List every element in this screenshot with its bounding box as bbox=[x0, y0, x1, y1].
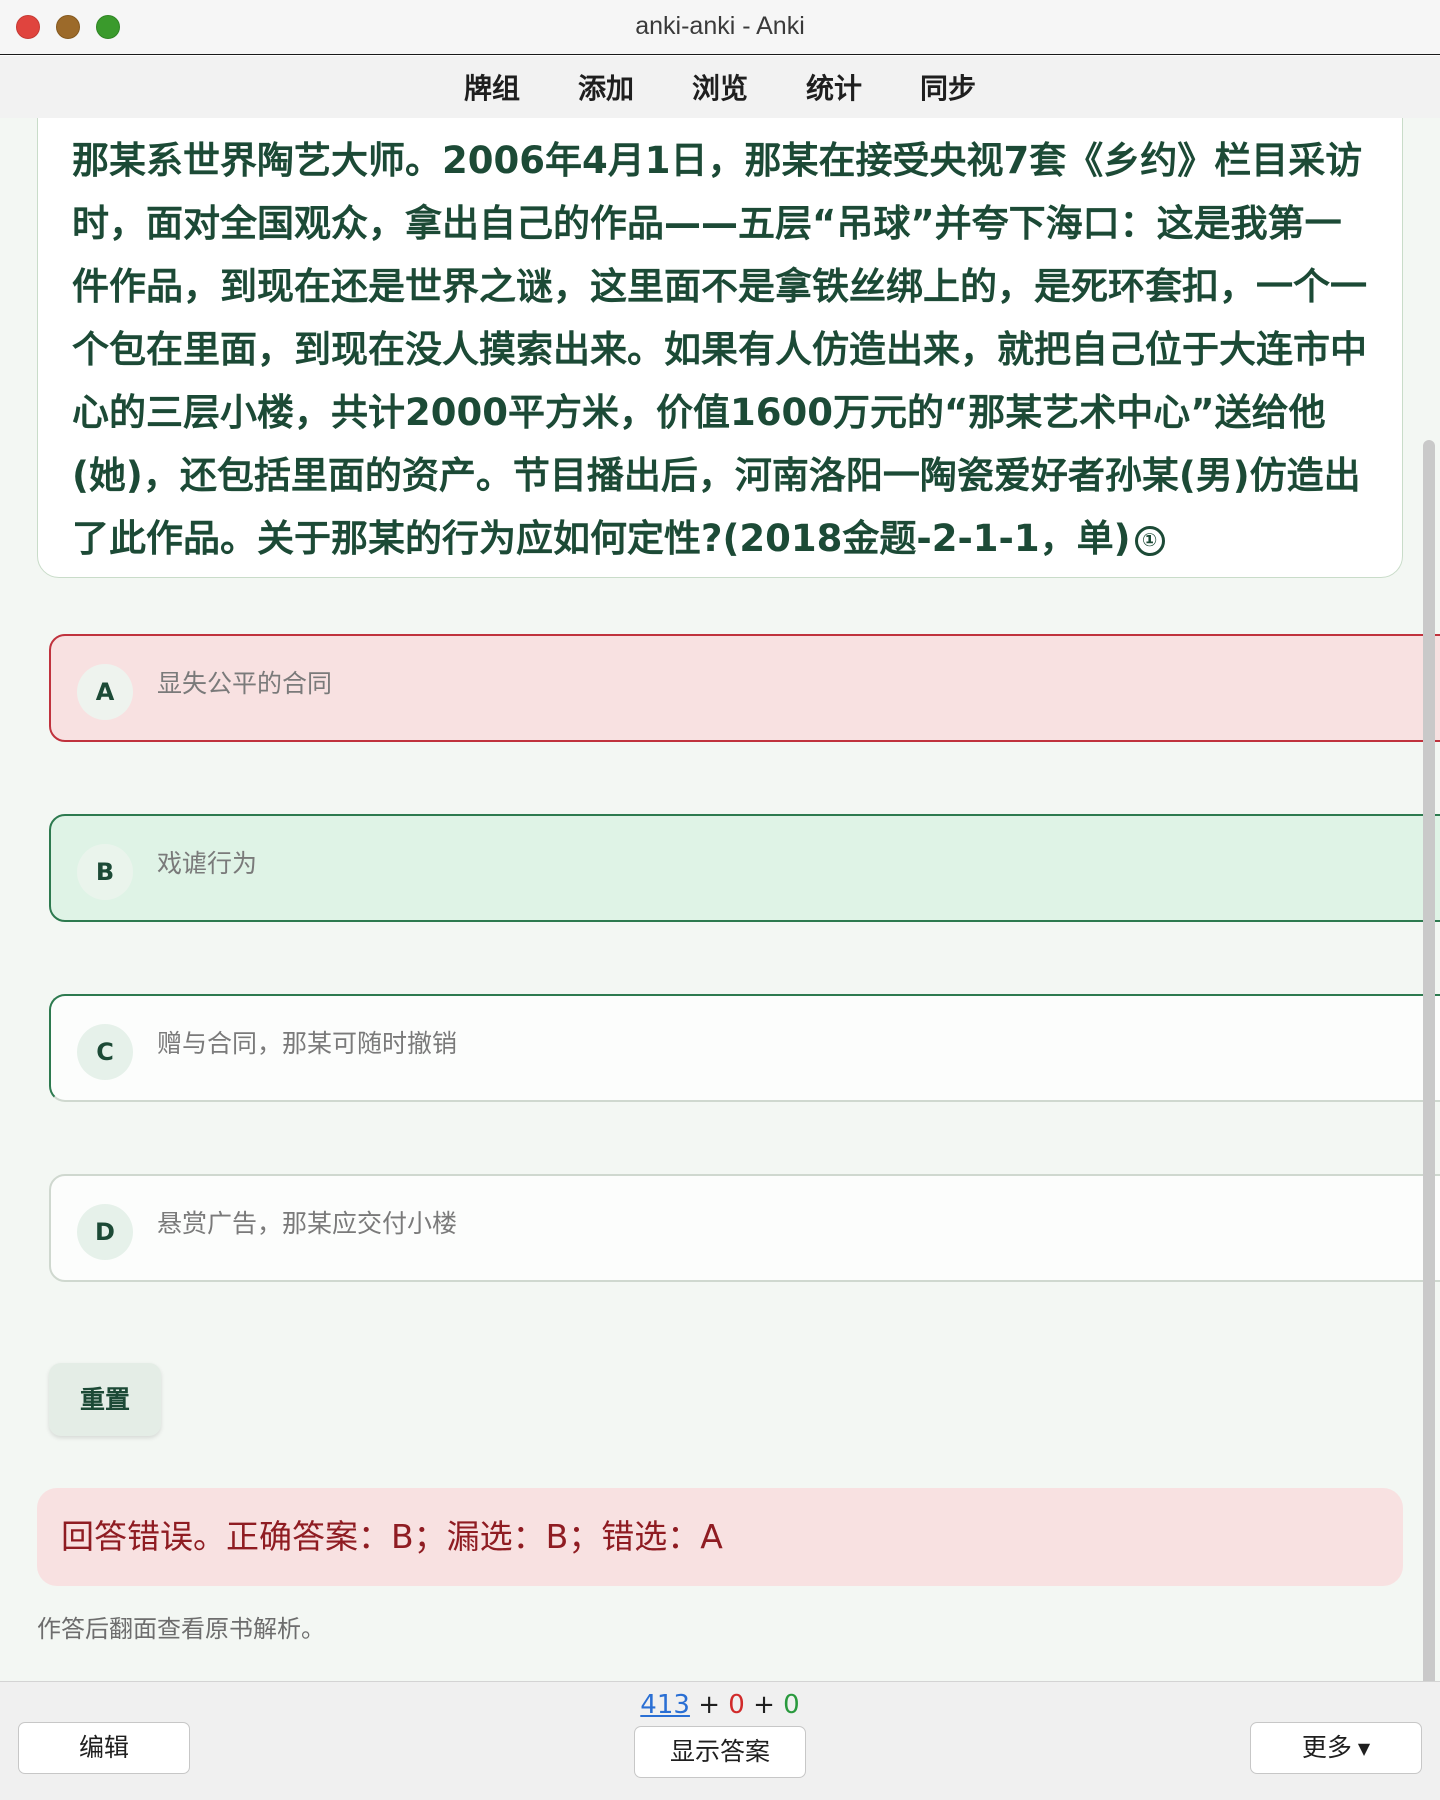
caret-down-icon: ▼ bbox=[1357, 1739, 1371, 1758]
count-separator: + bbox=[753, 1690, 775, 1720]
bottom-bar: 413 + 0 + 0 编辑 显示答案 更多 ▼ bbox=[0, 1681, 1440, 1800]
question-card: 那某系世界陶艺大师。2006年4月1日，那某在接受央视7套《乡约》栏目采访时，面… bbox=[37, 118, 1403, 578]
option-b[interactable]: B 戏谑行为 bbox=[49, 814, 1440, 922]
scrollbar[interactable] bbox=[1423, 440, 1435, 1681]
new-count[interactable]: 413 bbox=[640, 1690, 690, 1720]
option-letter: B bbox=[77, 844, 133, 900]
due-counts: 413 + 0 + 0 bbox=[0, 1690, 1440, 1720]
menu-decks[interactable]: 牌组 bbox=[435, 67, 549, 107]
edit-button[interactable]: 编辑 bbox=[18, 1722, 190, 1774]
count-separator: + bbox=[698, 1690, 720, 1720]
card-content[interactable]: 那某系世界陶艺大师。2006年4月1日，那某在接受央视7套《乡约》栏目采访时，面… bbox=[0, 118, 1440, 1681]
option-text: 赠与合同，那某可随时撤销 bbox=[157, 1029, 458, 1058]
option-d[interactable]: D 悬赏广告，那某应交付小楼 bbox=[49, 1174, 1440, 1282]
title-bar: anki-anki - Anki bbox=[0, 0, 1440, 55]
menu-sync[interactable]: 同步 bbox=[891, 67, 1005, 107]
option-letter: D bbox=[77, 1204, 133, 1260]
learn-count: 0 bbox=[728, 1690, 745, 1720]
option-text: 悬赏广告，那某应交付小楼 bbox=[157, 1209, 458, 1238]
info-icon[interactable]: ① bbox=[1134, 525, 1165, 556]
show-answer-button[interactable]: 显示答案 bbox=[634, 1726, 806, 1778]
question-text: 那某系世界陶艺大师。2006年4月1日，那某在接受央视7套《乡约》栏目采访时，面… bbox=[72, 129, 1368, 570]
menu-add[interactable]: 添加 bbox=[549, 67, 663, 107]
option-letter: C bbox=[77, 1024, 133, 1080]
question-body: 那某系世界陶艺大师。2006年4月1日，那某在接受央视7套《乡约》栏目采访时，面… bbox=[72, 139, 1367, 560]
more-label: 更多 bbox=[1301, 1733, 1352, 1762]
option-text: 显失公平的合同 bbox=[157, 669, 333, 698]
result-message: 回答错误。正确答案：B；漏选：B；错选：A bbox=[37, 1488, 1403, 1586]
window-title: anki-anki - Anki bbox=[635, 12, 805, 40]
option-letter: A bbox=[77, 664, 133, 720]
main-menu: 牌组 添加 浏览 统计 同步 bbox=[0, 56, 1440, 118]
reset-button[interactable]: 重置 bbox=[49, 1363, 161, 1436]
review-count: 0 bbox=[783, 1690, 800, 1720]
option-text: 戏谑行为 bbox=[157, 849, 258, 878]
menu-stats[interactable]: 统计 bbox=[777, 67, 891, 107]
more-button[interactable]: 更多 ▼ bbox=[1250, 1722, 1422, 1774]
menu-browse[interactable]: 浏览 bbox=[663, 67, 777, 107]
option-c[interactable]: C 赠与合同，那某可随时撤销 bbox=[49, 994, 1440, 1102]
hint-text: 作答后翻面查看原书解析。 bbox=[37, 1615, 325, 1643]
option-a[interactable]: A 显失公平的合同 bbox=[49, 634, 1440, 742]
